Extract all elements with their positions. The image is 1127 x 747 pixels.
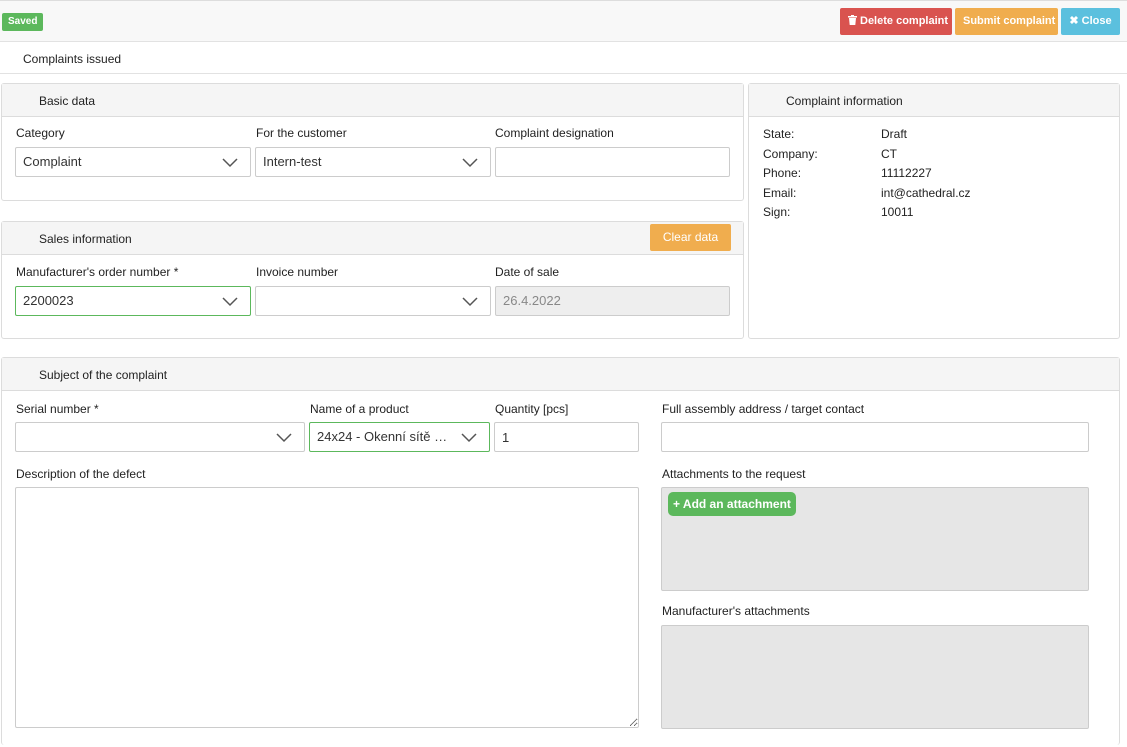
complaint-info-title: Complaint information <box>786 94 903 108</box>
delete-complaint-button[interactable]: Delete complaint <box>840 8 952 35</box>
chevron-down-icon <box>222 295 238 307</box>
designation-label: Complaint designation <box>495 126 614 140</box>
basic-data-panel: Basic data Category Complaint For the cu… <box>1 83 744 201</box>
date-of-sale-label: Date of sale <box>495 265 560 279</box>
chevron-down-icon <box>276 431 292 443</box>
product-name-value: 24x24 - Okenní sítě 2... <box>317 429 453 444</box>
sales-info-header: Sales information Clear data <box>2 222 743 255</box>
info-value: 11112227 <box>881 166 932 180</box>
invoice-number-label: Invoice number <box>256 265 339 279</box>
top-toolbar: Saved Delete complaint Submit complaint … <box>0 0 1127 42</box>
info-key: Company: <box>763 147 818 161</box>
basic-data-title: Basic data <box>39 94 96 108</box>
description-label: Description of the defect <box>16 467 146 481</box>
sales-info-panel: Sales information Clear data Manufacture… <box>1 221 744 339</box>
designation-input[interactable] <box>495 147 730 177</box>
sales-info-title: Sales information <box>39 232 132 246</box>
assembly-address-label: Full assembly address / target contact <box>662 402 865 416</box>
date-of-sale-field: 26.4.2022 <box>495 286 730 316</box>
product-name-select[interactable]: 24x24 - Okenní sítě 2... <box>309 422 490 452</box>
chevron-down-icon <box>462 295 478 307</box>
add-attachment-button[interactable]: + Add an attachment <box>668 492 796 516</box>
submit-complaint-label: Submit complaint <box>963 15 1056 27</box>
submit-complaint-button[interactable]: Submit complaint <box>955 8 1058 35</box>
close-button[interactable]: ✖ Close <box>1061 8 1120 35</box>
info-value: Draft <box>881 127 908 141</box>
manufacturer-attachments-box <box>661 625 1089 729</box>
chevron-down-icon <box>462 156 478 168</box>
info-key: Email: <box>763 186 797 200</box>
info-value: 10011 <box>881 205 914 219</box>
trash-icon <box>848 8 857 35</box>
order-number-value: 2200023 <box>23 293 74 308</box>
manufacturer-attachments-label: Manufacturer's attachments <box>662 604 810 618</box>
subject-title: Subject of the complaint <box>39 368 168 382</box>
subject-header: Subject of the complaint <box>2 358 1119 391</box>
chevron-down-icon <box>222 156 238 168</box>
basic-data-header: Basic data <box>2 84 743 117</box>
info-key: State: <box>763 127 795 141</box>
saved-status-badge: Saved <box>2 13 44 31</box>
serial-number-label: Serial number * <box>16 402 99 416</box>
customer-label: For the customer <box>256 126 347 140</box>
date-of-sale-value: 26.4.2022 <box>503 293 561 308</box>
customer-select[interactable]: Intern-test <box>255 147 491 177</box>
description-textarea[interactable] <box>15 487 639 728</box>
order-number-label: Manufacturer's order number * <box>16 265 179 279</box>
subject-panel: Subject of the complaint Serial number *… <box>1 357 1120 745</box>
page-header: Complaints issued <box>0 42 1127 74</box>
info-key: Phone: <box>763 166 802 180</box>
clear-data-button[interactable]: Clear data <box>650 224 731 251</box>
assembly-address-input[interactable] <box>661 422 1089 452</box>
info-value: CT <box>881 147 897 161</box>
complaint-info-panel: Complaint information State: Draft Compa… <box>748 83 1120 339</box>
page-title: Complaints issued <box>23 52 122 66</box>
category-label: Category <box>16 126 65 140</box>
chevron-down-icon <box>461 431 477 443</box>
info-value: int@cathedral.cz <box>881 186 971 200</box>
complaint-info-header: Complaint information <box>749 84 1119 117</box>
close-icon: ✖ <box>1069 15 1079 27</box>
attachments-label: Attachments to the request <box>662 467 806 481</box>
delete-complaint-label: Delete complaint <box>860 15 949 27</box>
quantity-input[interactable] <box>494 422 639 452</box>
serial-number-select[interactable] <box>15 422 305 452</box>
invoice-number-select[interactable] <box>255 286 491 316</box>
category-value: Complaint <box>23 154 82 169</box>
attachments-dropzone[interactable]: + Add an attachment <box>661 487 1089 591</box>
quantity-label: Quantity [pcs] <box>495 402 569 416</box>
info-key: Sign: <box>763 205 791 219</box>
category-select[interactable]: Complaint <box>15 147 251 177</box>
product-name-label: Name of a product <box>310 402 409 416</box>
customer-value: Intern-test <box>263 154 322 169</box>
order-number-select[interactable]: 2200023 <box>15 286 251 316</box>
close-label: Close <box>1081 15 1112 27</box>
